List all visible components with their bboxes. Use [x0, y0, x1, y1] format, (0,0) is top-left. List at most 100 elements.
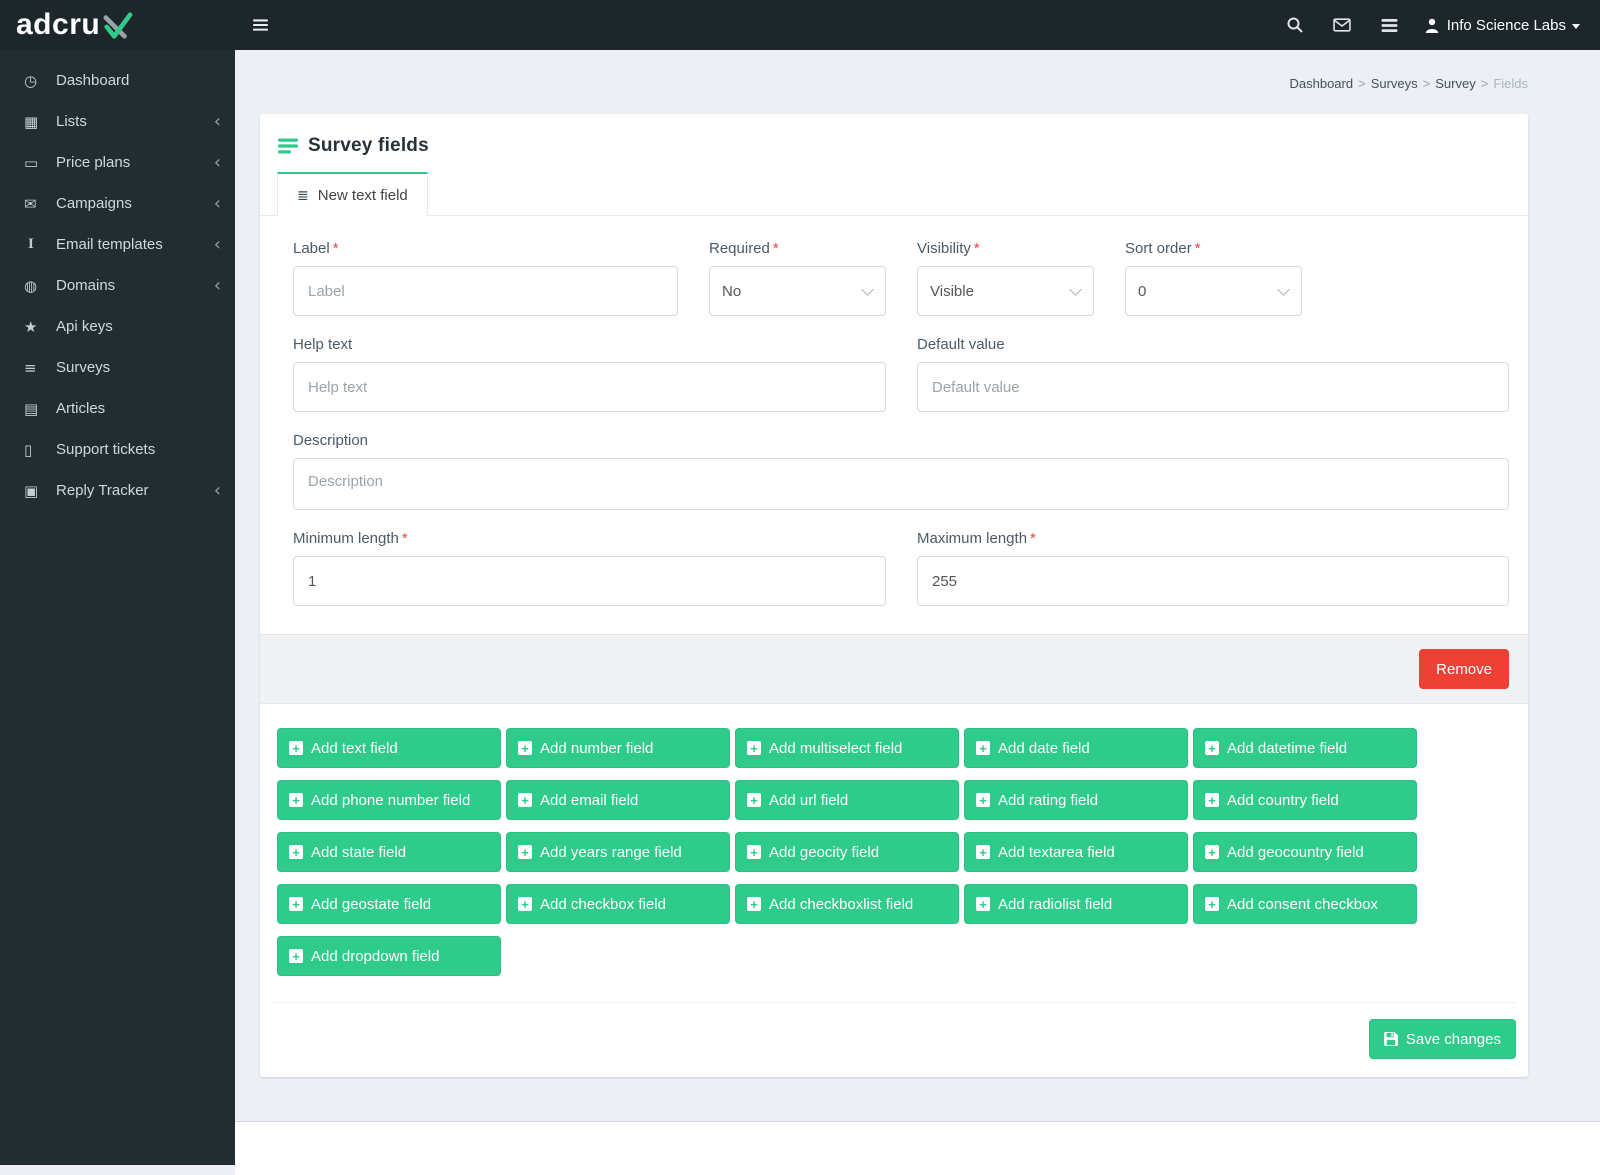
minimum-length-input[interactable]	[293, 556, 886, 606]
add-state-field-button[interactable]: Add state field	[277, 832, 501, 872]
hamburger-icon	[253, 19, 268, 31]
page-footer	[235, 1121, 1600, 1175]
add-consent-checkbox-button[interactable]: Add consent checkbox	[1193, 884, 1417, 924]
navbar-right: Info Science Labs	[1272, 0, 1600, 50]
add-checkbox-field-button[interactable]: Add checkbox field	[506, 884, 730, 924]
maximum-length-field-label: Maximum length *	[917, 530, 1036, 547]
user-menu[interactable]: Info Science Labs	[1413, 0, 1600, 50]
plus-square-icon	[747, 793, 761, 807]
domains-icon: ◍	[24, 276, 38, 295]
sidebar-menu: ◷ Dashboard ▦ Lists ‹ ▭ Price plans ‹ ✉ …	[0, 50, 235, 511]
add-checkboxlist-field-button[interactable]: Add checkboxlist field	[735, 884, 959, 924]
visibility-field-group: Visibility * Visible	[917, 240, 1094, 316]
plus-square-icon	[1205, 741, 1219, 755]
add-phone-number-field-button[interactable]: Add phone number field	[277, 780, 501, 820]
required-asterisk: *	[973, 240, 980, 257]
form-row-3: Description	[293, 432, 1509, 510]
add-rating-field-button[interactable]: Add rating field	[964, 780, 1188, 820]
maximum-length-input[interactable]	[917, 556, 1509, 606]
label-input[interactable]	[293, 266, 678, 316]
add-datetime-field-button[interactable]: Add datetime field	[1193, 728, 1417, 768]
required-asterisk: *	[1194, 240, 1201, 257]
messages-button[interactable]	[1318, 0, 1366, 50]
required-select[interactable]: No	[709, 266, 886, 316]
support-tickets-icon: ▯	[24, 440, 33, 459]
add-dropdown-field-button[interactable]: Add dropdown field	[277, 936, 501, 976]
breadcrumb-link-survey[interactable]: Survey	[1435, 76, 1475, 91]
top-navbar: Info Science Labs	[235, 0, 1600, 50]
sidebar-item-articles[interactable]: ▤ Articles	[0, 388, 235, 429]
sidebar-item-dashboard[interactable]: ◷ Dashboard	[0, 60, 235, 101]
visibility-select-wrap: Visible	[917, 266, 1094, 316]
sidebar-item-lists[interactable]: ▦ Lists ‹	[0, 101, 235, 142]
add-text-field-button[interactable]: Add text field	[277, 728, 501, 768]
sidebar-item-domains[interactable]: ◍ Domains ‹	[0, 265, 235, 306]
save-label: Save changes	[1405, 1030, 1501, 1048]
add-email-field-button[interactable]: Add email field	[506, 780, 730, 820]
plus-square-icon	[518, 845, 532, 859]
add-geostate-field-button[interactable]: Add geostate field	[277, 884, 501, 924]
brand-logo[interactable]: adcru	[0, 0, 235, 50]
surveys-icon: ≡	[24, 358, 37, 377]
plus-square-icon	[518, 741, 532, 755]
sort-order-field-label: Sort order *	[1125, 240, 1201, 257]
tab-bar: ≣ New text field	[260, 172, 1528, 216]
default-value-input[interactable]	[917, 362, 1509, 412]
add-multiselect-field-button[interactable]: Add multiselect field	[735, 728, 959, 768]
logo-x-check-icon	[103, 12, 133, 39]
plus-square-icon	[289, 793, 303, 807]
save-changes-button[interactable]: Save changes	[1368, 1019, 1516, 1059]
add-number-field-button[interactable]: Add number field	[506, 728, 730, 768]
add-radiolist-field-button[interactable]: Add radiolist field	[964, 884, 1188, 924]
plus-square-icon	[289, 897, 303, 911]
sidebar-item-support-tickets[interactable]: ▯ Support tickets	[0, 429, 235, 470]
label-field-group: Label *	[293, 240, 678, 316]
tab-label: New text field	[317, 187, 408, 204]
plus-square-icon	[518, 793, 532, 807]
form-row-4: Minimum length* Maximum length*	[293, 530, 1509, 606]
app-root: adcru ◷ Dashboard ▦ Lists ‹ ▭ Price plan…	[0, 0, 1600, 1175]
sidebar-item-api-keys[interactable]: ★ Api keys	[0, 306, 235, 347]
campaigns-icon: ✉	[24, 194, 37, 213]
required-select-wrap: No	[709, 266, 886, 316]
breadcrumb-separator: >	[1422, 76, 1431, 91]
plus-square-icon	[289, 845, 303, 859]
required-asterisk: *	[332, 240, 339, 257]
breadcrumb-link-dashboard[interactable]: Dashboard	[1289, 76, 1353, 91]
plus-square-icon	[976, 845, 990, 859]
visibility-select[interactable]: Visible	[917, 266, 1094, 316]
sidebar-item-campaigns[interactable]: ✉ Campaigns ‹	[0, 183, 235, 224]
sidebar-item-price-plans[interactable]: ▭ Price plans ‹	[0, 142, 235, 183]
main-column: Info Science Labs Dashboard > Surveys > Surv…	[235, 0, 1600, 1175]
sidebar-item-surveys[interactable]: ≡ Surveys	[0, 347, 235, 388]
stack-button[interactable]	[1366, 0, 1413, 50]
add-years-range-field-button[interactable]: Add years range field	[506, 832, 730, 872]
caret-down-icon	[1572, 23, 1580, 29]
add-date-field-button[interactable]: Add date field	[964, 728, 1188, 768]
description-textarea[interactable]	[293, 458, 1509, 510]
breadcrumb-link-surveys[interactable]: Surveys	[1371, 76, 1418, 91]
add-geocity-field-button[interactable]: Add geocity field	[735, 832, 959, 872]
sidebar-toggle-button[interactable]	[235, 0, 286, 50]
sidebar-item-reply-tracker[interactable]: ▣ Reply Tracker ‹	[0, 470, 235, 511]
form-row-2: Help text Default value	[293, 336, 1509, 412]
add-url-field-button[interactable]: Add url field	[735, 780, 959, 820]
add-textarea-field-button[interactable]: Add textarea field	[964, 832, 1188, 872]
add-geocountry-field-button[interactable]: Add geocountry field	[1193, 832, 1417, 872]
remove-button[interactable]: Remove	[1419, 649, 1509, 689]
sort-order-select[interactable]: 0	[1125, 266, 1302, 316]
required-field-label: Required *	[709, 240, 779, 257]
help-text-field-label: Help text	[293, 336, 353, 353]
required-asterisk: *	[401, 530, 408, 547]
reply-tracker-icon: ▣	[24, 481, 39, 500]
envelope-icon	[1333, 18, 1351, 32]
help-text-input[interactable]	[293, 362, 886, 412]
survey-fields-card: Survey fields ≣ New text field Label * L…	[260, 114, 1528, 1077]
tab-new-text-field[interactable]: ≣ New text field	[277, 172, 428, 216]
sidebar-item-email-templates[interactable]: I Email templates ‹	[0, 224, 235, 265]
required-asterisk: *	[1030, 530, 1036, 547]
add-country-field-button[interactable]: Add country field	[1193, 780, 1417, 820]
card-header: Survey fields	[260, 114, 1528, 172]
th-list-icon: ≣	[297, 187, 309, 204]
search-button[interactable]	[1272, 0, 1318, 50]
